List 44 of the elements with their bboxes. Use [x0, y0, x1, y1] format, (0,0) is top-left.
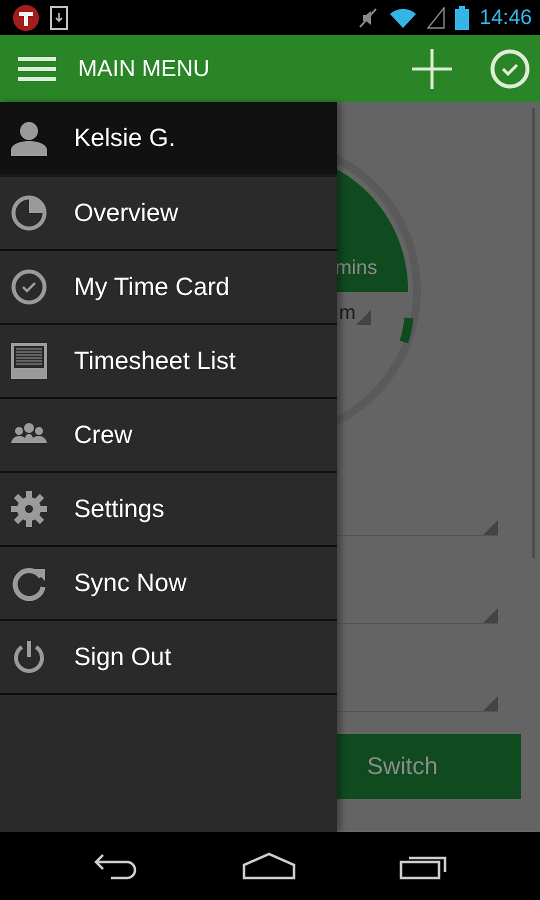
menu-item-label: Settings [74, 494, 164, 524]
settings-icon [11, 491, 47, 527]
dropdown-arrow-icon [356, 310, 371, 325]
clock-icon [490, 48, 530, 88]
menu-button[interactable] [18, 56, 56, 82]
menu-item[interactable]: Sync Now [0, 547, 337, 621]
dropdown-arrow-icon [483, 696, 498, 711]
menu-item[interactable]: Settings [0, 473, 337, 547]
clock-button[interactable] [490, 48, 530, 88]
ring-label: mins [335, 257, 378, 280]
user-row[interactable]: Kelsie G. [0, 102, 337, 177]
mute-icon [357, 6, 380, 28]
menu-item-label: Sync Now [74, 568, 187, 598]
clock-icon [11, 269, 47, 305]
menu-item-label: Sign Out [74, 642, 172, 672]
clock-time: 14:46 [479, 6, 532, 30]
pie-chart-icon [11, 195, 47, 231]
home-button[interactable] [242, 852, 296, 880]
menu-item-label: Overview [74, 198, 178, 228]
download-icon [50, 6, 68, 30]
person-icon [11, 120, 47, 156]
app-logo-icon [12, 4, 40, 32]
menu-item[interactable]: My Time Card [0, 251, 337, 325]
battery-icon [455, 6, 470, 30]
app-bar-title: MAIN MENU [78, 55, 210, 82]
power-icon [11, 639, 47, 675]
add-button[interactable] [412, 48, 452, 88]
plus-icon [412, 48, 452, 88]
signal-icon [427, 6, 446, 28]
dropdown-arrow-icon [483, 608, 498, 623]
menu-icon [18, 56, 56, 82]
list-icon [11, 343, 47, 379]
menu-item[interactable]: Crew [0, 399, 337, 473]
menu-item-label: Crew [74, 420, 132, 450]
menu-item[interactable]: Overview [0, 177, 337, 251]
menu-item[interactable]: Sign Out [0, 621, 337, 695]
menu-item-label: Timesheet List [74, 346, 236, 376]
wifi-icon [389, 6, 418, 28]
home-icon [242, 852, 296, 880]
dropdown-arrow-icon [483, 520, 498, 535]
menu-item[interactable]: Timesheet List [0, 325, 337, 399]
menu-item-label: My Time Card [74, 272, 230, 302]
refresh-icon [11, 565, 47, 601]
user-name: Kelsie G. [74, 124, 176, 152]
